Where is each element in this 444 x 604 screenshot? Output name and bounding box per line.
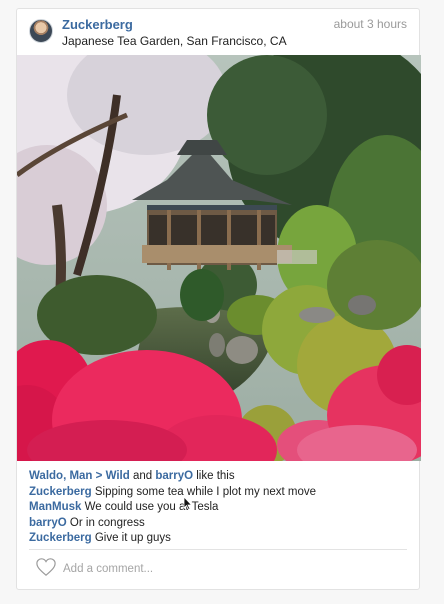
comment-username[interactable]: Zuckerberg [29,532,92,544]
comment-row: Zuckerberg Give it up guys [29,531,409,547]
post-header: Zuckerberg Japanese Tea Garden, San Fran… [17,9,419,55]
post-photo [17,55,421,461]
post-location: Japanese Tea Garden, San Francisco, CA [62,34,287,48]
comment-username[interactable]: ManMusk [29,501,81,513]
avatar[interactable] [29,19,53,43]
comment-divider [29,549,407,550]
comment-text: Sipping some tea while I plot my next mo… [94,485,317,498]
like-user-link[interactable]: Waldo, Man > Wild [29,470,130,482]
likes-line: Waldo, Man > Wild and barryO like this [29,469,409,485]
comment-text: Give it up guys [94,532,171,544]
post-timestamp: about 3 hours [333,17,407,31]
comment-text: We could use you at Tesla [84,501,219,513]
comment-username[interactable]: Zuckerberg [29,486,92,498]
likes-suffix: like this [196,470,235,482]
likes-connector: and [132,470,153,482]
heart-icon[interactable] [35,557,57,577]
comment-username[interactable]: barryO [29,517,67,529]
post-username[interactable]: Zuckerberg [62,17,133,32]
comment-text: Or in congress [69,516,145,529]
comment-row: ManMusk We could use you at Tesla [29,500,409,516]
post-card: Zuckerberg Japanese Tea Garden, San Fran… [16,8,421,590]
comment-row: Zuckerberg Sipping some tea while I plot… [29,485,409,501]
comment-row: barryO Or in congress [29,516,409,532]
add-comment-input[interactable] [61,558,395,580]
mouse-cursor-icon [183,496,193,510]
comments-section: Waldo, Man > Wild and barryO like this Z… [29,469,409,547]
like-user-link[interactable]: barryO [155,470,193,482]
